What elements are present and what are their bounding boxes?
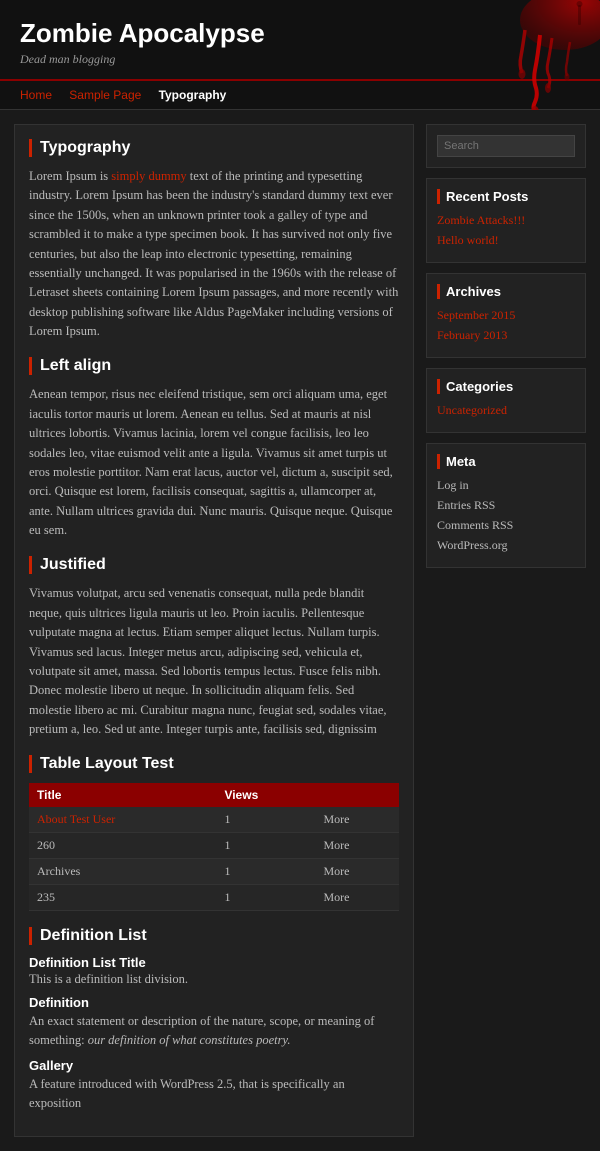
meta-link[interactable]: Comments RSS: [437, 518, 513, 532]
table-cell-views: 1: [216, 859, 315, 885]
list-item: WordPress.org: [437, 537, 575, 553]
meta-link[interactable]: WordPress.org: [437, 538, 507, 552]
highlight-text: simply dummy: [111, 169, 186, 183]
list-item: Log in: [437, 477, 575, 493]
category-link[interactable]: Uncategorized: [437, 403, 507, 417]
recent-posts-widget: Recent Posts Zombie Attacks!!! Hello wor…: [426, 178, 586, 263]
archives-title: Archives: [437, 284, 575, 299]
nav-typography[interactable]: Typography: [159, 88, 227, 102]
intro-paragraph: Lorem Ipsum is simply dummy text of the …: [29, 167, 399, 341]
archive-link[interactable]: September 2015: [437, 308, 515, 322]
left-align-section: Left align Aenean tempor, risus nec elei…: [29, 357, 399, 540]
table-cell-title: Archives: [29, 859, 216, 885]
list-item: Comments RSS: [437, 517, 575, 533]
col-action: [315, 783, 399, 807]
table-cell-action: More: [315, 833, 399, 859]
table-cell-title: About Test User: [29, 807, 216, 833]
sidebar: Recent Posts Zombie Attacks!!! Hello wor…: [426, 124, 586, 1137]
categories-list: Uncategorized: [437, 402, 575, 418]
page-title-section: Typography Lorem Ipsum is simply dummy t…: [29, 139, 399, 341]
table-cell-views: 1: [216, 885, 315, 911]
justified-section: Justified Vivamus volutpat, arcu sed ven…: [29, 556, 399, 739]
def-term-definition: Definition: [29, 995, 399, 1010]
layout-table: Title Views About Test User 1 More 260 1: [29, 783, 399, 911]
left-align-title: Left align: [29, 357, 399, 375]
list-item: February 2013: [437, 327, 575, 343]
table-cell-action: More: [315, 885, 399, 911]
justified-title: Justified: [29, 556, 399, 574]
archive-link[interactable]: February 2013: [437, 328, 507, 342]
nav-sample-page[interactable]: Sample Page: [69, 88, 141, 102]
def-def-gallery: A feature introduced with WordPress 2.5,…: [29, 1075, 399, 1113]
table-cell-views: 1: [216, 807, 315, 833]
meta-widget: Meta Log in Entries RSS Comments RSS Wor…: [426, 443, 586, 568]
table-row: About Test User 1 More: [29, 807, 399, 833]
page-title: Typography: [29, 139, 399, 157]
meta-link[interactable]: Log in: [437, 478, 469, 492]
search-widget: [426, 124, 586, 168]
main-content: Typography Lorem Ipsum is simply dummy t…: [14, 124, 414, 1137]
def-term-gallery: Gallery: [29, 1058, 399, 1073]
recent-post-link[interactable]: Zombie Attacks!!!: [437, 213, 525, 227]
table-cell-action: More: [315, 807, 399, 833]
recent-posts-title: Recent Posts: [437, 189, 575, 204]
list-item: Hello world!: [437, 232, 575, 248]
def-italic: our definition of what constitutes poetr…: [88, 1033, 291, 1047]
table-row: Archives 1 More: [29, 859, 399, 885]
def-def-definition: An exact statement or description of the…: [29, 1012, 399, 1050]
table-header-row: Title Views: [29, 783, 399, 807]
list-item: Uncategorized: [437, 402, 575, 418]
nav-home[interactable]: Home: [20, 88, 52, 102]
meta-link[interactable]: Entries RSS: [437, 498, 495, 512]
archives-list: September 2015 February 2013: [437, 307, 575, 343]
table-cell-title: 260: [29, 833, 216, 859]
meta-list: Log in Entries RSS Comments RSS WordPres…: [437, 477, 575, 553]
list-item: September 2015: [437, 307, 575, 323]
list-item: Entries RSS: [437, 497, 575, 513]
table-row: 235 1 More: [29, 885, 399, 911]
table-cell-views: 1: [216, 833, 315, 859]
content-wrapper: Typography Lorem Ipsum is simply dummy t…: [0, 110, 600, 1151]
archives-widget: Archives September 2015 February 2013: [426, 273, 586, 358]
header: Zombie Apocalypse Dead man blogging: [0, 0, 600, 81]
categories-widget: Categories Uncategorized: [426, 368, 586, 433]
recent-posts-list: Zombie Attacks!!! Hello world!: [437, 212, 575, 248]
categories-title: Categories: [437, 379, 575, 394]
table-title: Table Layout Test: [29, 755, 399, 773]
list-item: Zombie Attacks!!!: [437, 212, 575, 228]
def-list-title: Definition List Title: [29, 955, 399, 970]
table-section: Table Layout Test Title Views About Test…: [29, 755, 399, 911]
table-cell-action: More: [315, 859, 399, 885]
recent-post-link[interactable]: Hello world!: [437, 233, 499, 247]
col-views: Views: [216, 783, 315, 807]
definition-list-section: Definition List Definition List Title Th…: [29, 927, 399, 1112]
meta-title: Meta: [437, 454, 575, 469]
table-cell-title: 235: [29, 885, 216, 911]
blood-decoration: [470, 0, 600, 110]
table-row: 260 1 More: [29, 833, 399, 859]
col-title: Title: [29, 783, 216, 807]
def-section-title: Definition List: [29, 927, 399, 945]
search-input[interactable]: [437, 135, 575, 157]
def-list-desc: This is a definition list division.: [29, 972, 399, 987]
justified-para: Vivamus volutpat, arcu sed venenatis con…: [29, 584, 399, 739]
left-align-para: Aenean tempor, risus nec eleifend tristi…: [29, 385, 399, 540]
